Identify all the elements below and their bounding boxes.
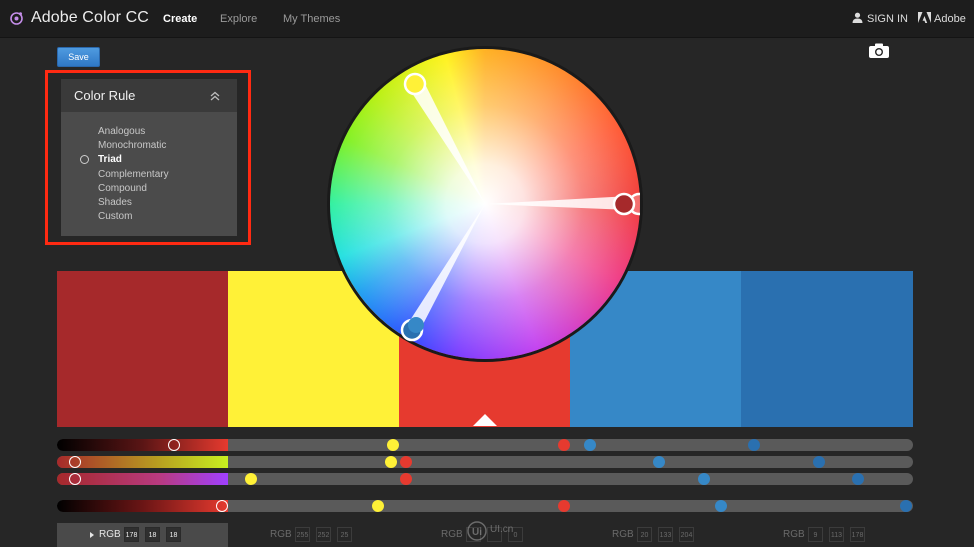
rgb-g-input[interactable]: 252 [316, 527, 331, 542]
wheel-spoke-3 [407, 204, 485, 332]
nav-my-themes[interactable]: My Themes [283, 13, 340, 25]
nav-explore[interactable]: Explore [220, 13, 257, 25]
adobe-logo-icon [918, 12, 931, 23]
wheel-handle-blue-2[interactable] [408, 317, 424, 333]
sign-in-link[interactable]: SIGN IN [852, 12, 908, 25]
wheel-handle-red[interactable] [612, 192, 636, 216]
play-arrow-icon[interactable] [90, 532, 94, 538]
slider-fill-2 [57, 456, 228, 468]
rgb-cell-5[interactable]: RGB 9 113 178 [741, 523, 912, 547]
rule-option-monochromatic[interactable]: Monochromatic [61, 139, 237, 153]
top-bar: Adobe Color CC Create Explore My Themes … [0, 0, 974, 38]
slider-handle-1-swatch-3[interactable] [558, 439, 570, 451]
chevron-up-icon[interactable] [209, 90, 221, 102]
nav-create[interactable]: Create [163, 13, 197, 25]
rgb-label: RGB [270, 529, 292, 540]
color-rule-panel: Color Rule Analogous Monochromatic Triad… [61, 79, 237, 236]
rgb-r-input[interactable]: 20 [637, 527, 652, 542]
slider-handle-2-swatch-4[interactable] [653, 456, 665, 468]
slider-handle-3-swatch-3[interactable] [400, 473, 412, 485]
slider-handle-1-swatch-2[interactable] [387, 439, 399, 451]
sign-in-label: SIGN IN [867, 13, 908, 25]
brightness-handle-swatch-1[interactable] [216, 500, 228, 512]
rgb-b-input[interactable]: 18 [166, 527, 181, 542]
camera-icon[interactable] [868, 43, 890, 59]
rgb-b-input[interactable]: 25 [337, 527, 352, 542]
slider-track-2[interactable] [57, 456, 913, 468]
slider-handle-1-swatch-5[interactable] [748, 439, 760, 451]
color-wheel[interactable] [330, 49, 640, 359]
rgb-r-input[interactable]: 178 [124, 527, 139, 542]
rgb-cell-1[interactable]: RGB 178 18 18 [57, 523, 228, 547]
watermark-text: UI.cn [490, 524, 514, 535]
rgb-g-input[interactable]: 18 [145, 527, 160, 542]
active-swatch-pointer [473, 414, 497, 426]
brightness-handle-swatch-2[interactable] [372, 500, 384, 512]
save-button[interactable]: Save [57, 47, 100, 67]
slider-handle-1-swatch-1[interactable] [168, 439, 180, 451]
color-rule-list: Analogous Monochromatic Triad Complement… [61, 125, 237, 224]
slider-handle-2-swatch-3[interactable] [400, 456, 412, 468]
slider-track-1[interactable] [57, 439, 913, 451]
slider-track-brightness[interactable] [57, 500, 913, 512]
rgb-b-input[interactable]: 178 [850, 527, 865, 542]
slider-handle-3-swatch-1[interactable] [69, 473, 81, 485]
rgb-r-input[interactable]: 255 [295, 527, 310, 542]
adobe-label: Adobe [934, 13, 966, 25]
rgb-r-input[interactable]: 9 [808, 527, 823, 542]
color-rule-title: Color Rule [74, 88, 136, 103]
rgb-b-input[interactable]: 204 [679, 527, 694, 542]
adobe-link[interactable]: Adobe [918, 12, 966, 25]
slider-track-3[interactable] [57, 473, 913, 485]
rule-option-analogous[interactable]: Analogous [61, 125, 237, 139]
slider-handle-3-swatch-2[interactable] [245, 473, 257, 485]
rule-option-triad[interactable]: Triad [61, 153, 237, 167]
rule-option-custom[interactable]: Custom [61, 210, 237, 224]
slider-fill-brightness [57, 500, 228, 512]
rgb-label: RGB [783, 529, 805, 540]
brightness-handle-swatch-5[interactable] [900, 500, 912, 512]
slider-handle-2-swatch-2[interactable] [385, 456, 397, 468]
wheel-spoke-1 [410, 78, 485, 204]
rgb-g-input[interactable]: 133 [658, 527, 673, 542]
radio-icon [80, 155, 89, 165]
app-title[interactable]: Adobe Color CC [31, 9, 149, 27]
rgb-label: RGB [441, 529, 463, 540]
slider-fill-3 [57, 473, 228, 485]
slider-handle-3-swatch-5[interactable] [852, 473, 864, 485]
brightness-handle-swatch-4[interactable] [715, 500, 727, 512]
swatch-1[interactable] [57, 271, 228, 427]
slider-handle-2-swatch-5[interactable] [813, 456, 825, 468]
color-logo-icon[interactable] [8, 10, 25, 27]
wheel-spoke-2 [485, 196, 630, 210]
color-rule-header[interactable]: Color Rule [61, 79, 237, 112]
rule-option-complementary[interactable]: Complementary [61, 168, 237, 182]
slider-handle-1-swatch-4[interactable] [584, 439, 596, 451]
color-wheel-handles [400, 72, 640, 342]
swatch-5[interactable] [741, 271, 913, 427]
slider-fill-1 [57, 439, 228, 451]
watermark: Ui UI.cn [466, 520, 514, 542]
rgb-label: RGB [99, 529, 121, 540]
rule-option-compound[interactable]: Compound [61, 182, 237, 196]
rgb-label: RGB [612, 529, 634, 540]
slider-handle-3-swatch-4[interactable] [698, 473, 710, 485]
rgb-cell-2[interactable]: RGB 255 252 25 [228, 523, 399, 547]
wheel-handle-yellow[interactable] [403, 72, 427, 96]
brightness-handle-swatch-3[interactable] [558, 500, 570, 512]
user-icon [852, 12, 863, 23]
rule-option-shades[interactable]: Shades [61, 196, 237, 210]
slider-handle-2-swatch-1[interactable] [69, 456, 81, 468]
rgb-cell-4[interactable]: RGB 20 133 204 [570, 523, 741, 547]
svg-text:Ui: Ui [472, 527, 482, 538]
rgb-g-input[interactable]: 113 [829, 527, 844, 542]
